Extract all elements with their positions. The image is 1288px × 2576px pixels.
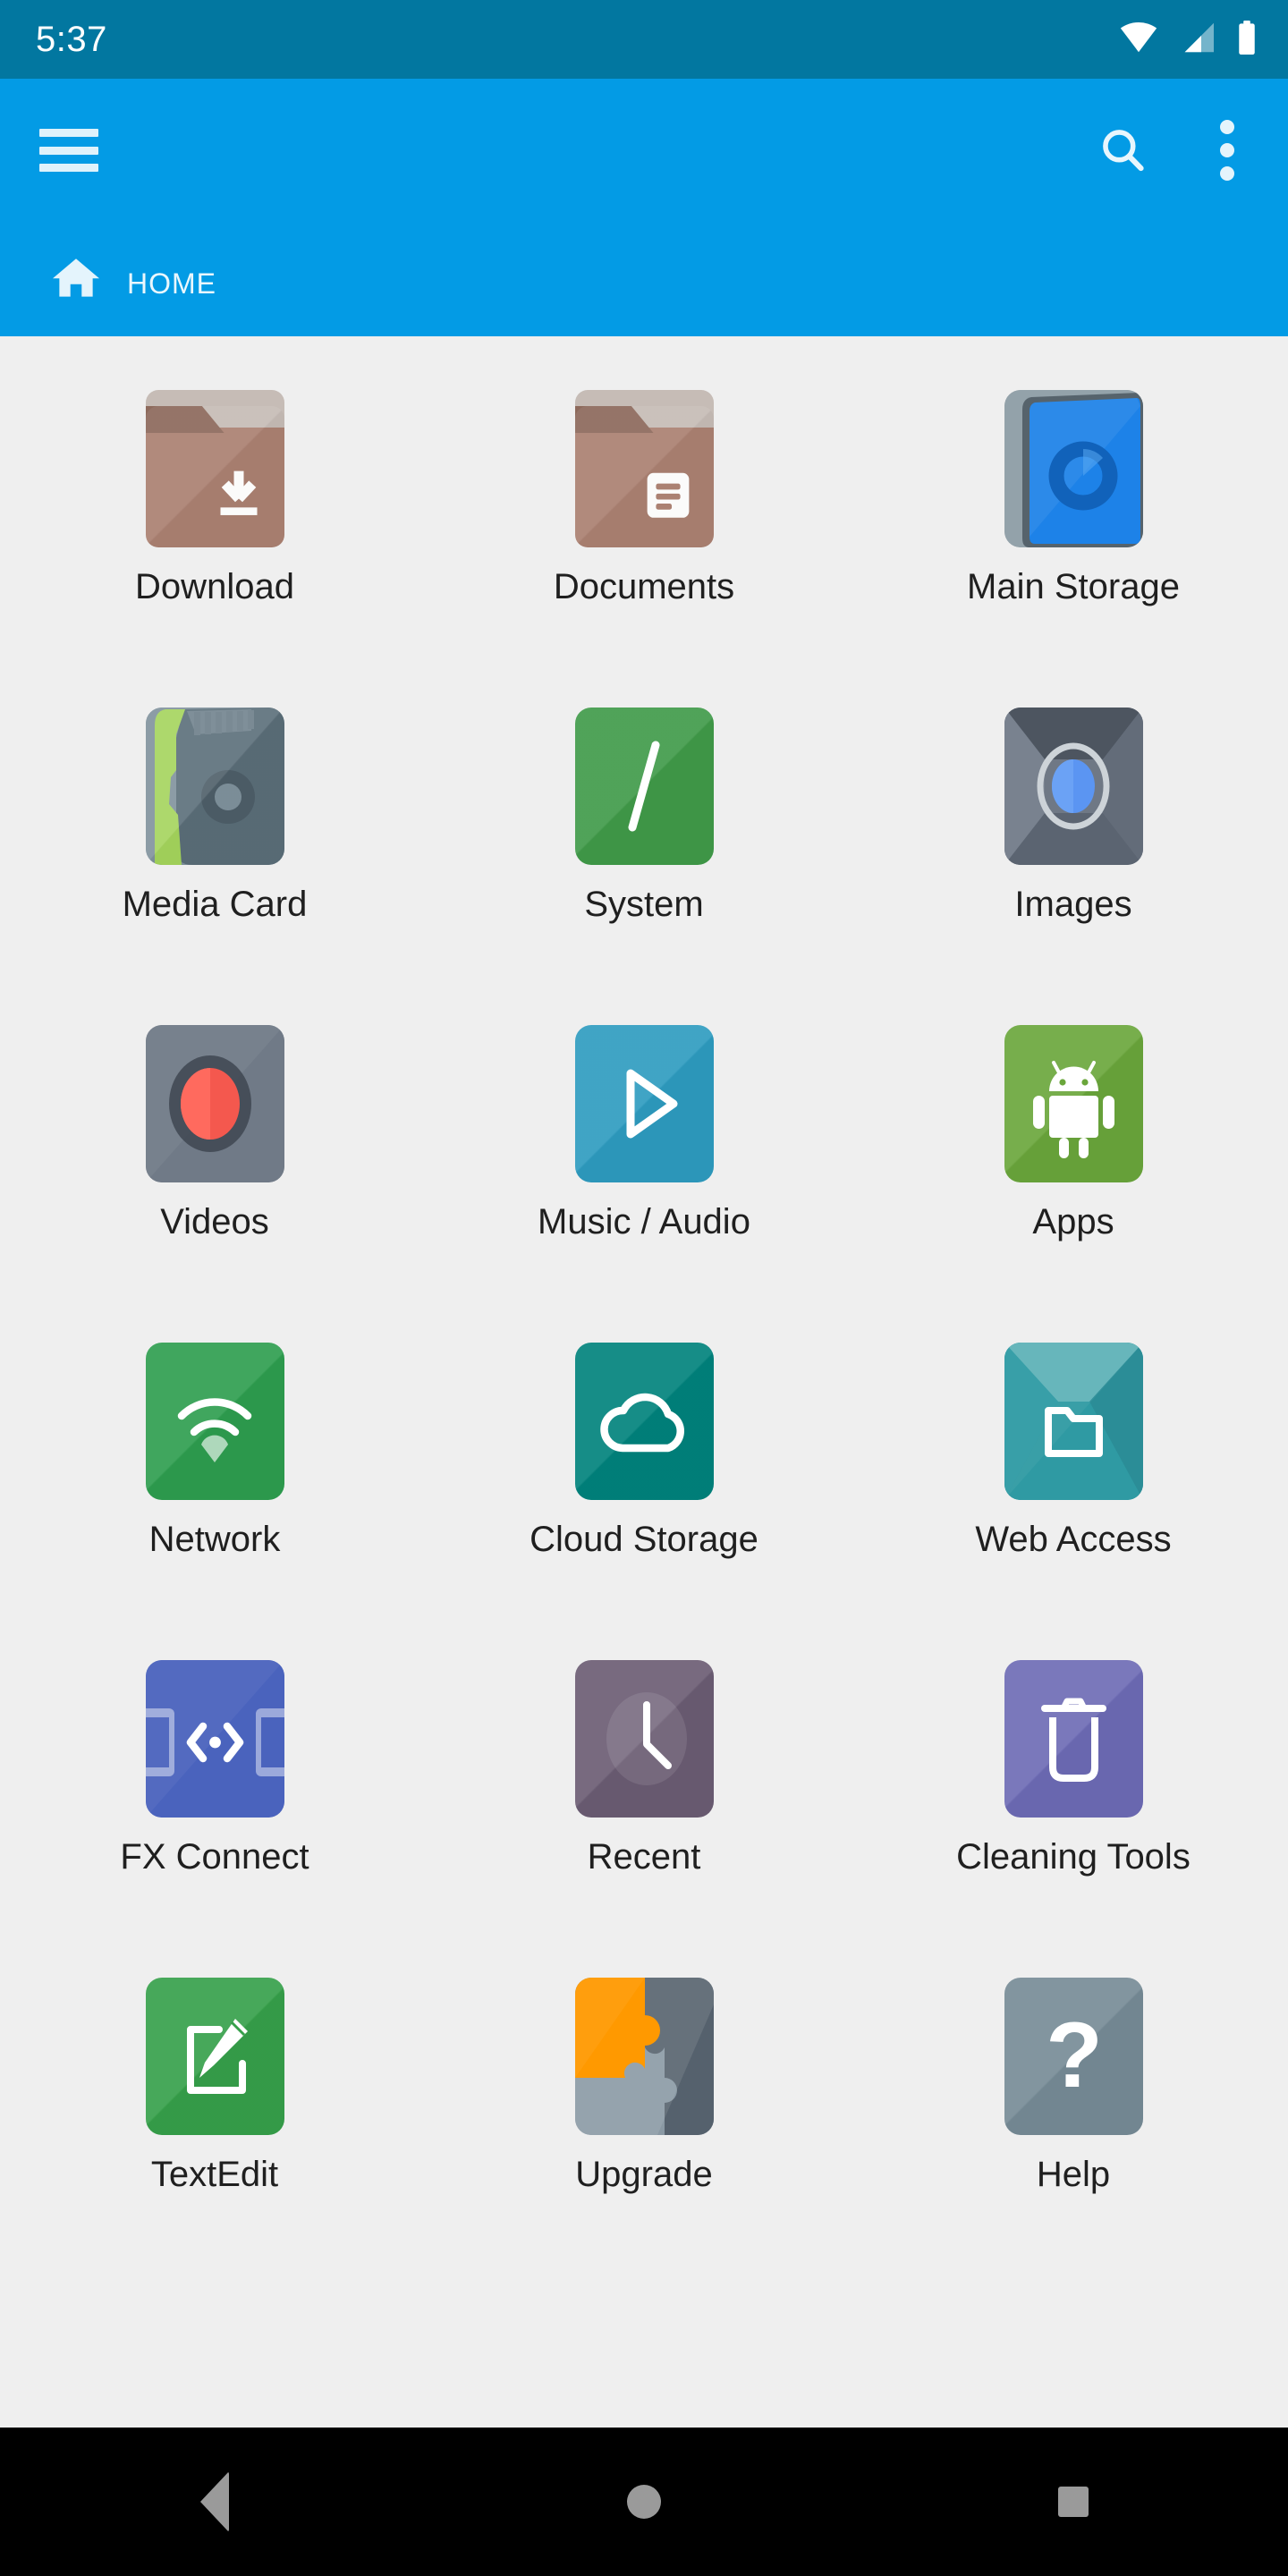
cellular-signal-icon	[1179, 21, 1216, 58]
clock-icon	[574, 1660, 714, 1818]
sd-card-icon	[145, 708, 284, 865]
status-clock: 5:37	[36, 20, 107, 59]
grid-item-label: Cloud Storage	[530, 1520, 758, 1559]
svg-text:?: ?	[1046, 2004, 1103, 2107]
nav-home-button[interactable]	[555, 2428, 733, 2576]
grid-item-label: Videos	[160, 1202, 269, 1241]
grid-item-documents[interactable]: Documents	[429, 358, 859, 675]
grid-item-textedit[interactable]: TextEdit	[0, 1945, 429, 2263]
android-robot-icon	[1004, 1025, 1143, 1182]
video-record-icon	[145, 1025, 284, 1182]
hamburger-menu-icon[interactable]	[39, 129, 98, 172]
grid-item-label: Main Storage	[967, 567, 1180, 606]
grid-item-label: Media Card	[122, 885, 308, 924]
grid-item-label: Help	[1036, 2155, 1111, 2194]
system-navigation-bar	[0, 2428, 1288, 2576]
cloud-icon	[574, 1343, 714, 1500]
grid-item-cleaning-tools[interactable]: Cleaning Tools	[859, 1628, 1288, 1945]
fx-connect-icon	[145, 1660, 284, 1818]
app-bar-top	[0, 79, 1288, 222]
folder-document-icon	[574, 390, 714, 547]
web-folder-icon	[1004, 1343, 1143, 1500]
nav-back-button[interactable]	[125, 2428, 304, 2576]
grid-item-upgrade[interactable]: Upgrade	[429, 1945, 859, 2263]
camera-lens-icon	[1004, 708, 1143, 865]
internal-storage-icon	[1004, 390, 1143, 547]
breadcrumb-label: Home	[127, 256, 216, 302]
status-bar: 5:37	[0, 0, 1288, 79]
battery-icon	[1236, 20, 1258, 59]
app-bar-actions	[1098, 116, 1245, 184]
trash-can-icon	[1004, 1660, 1143, 1818]
search-icon[interactable]	[1098, 125, 1148, 175]
puzzle-piece-icon	[574, 1978, 714, 2135]
grid-item-label: Recent	[587, 1837, 701, 1877]
nav-recents-button[interactable]	[984, 2428, 1163, 2576]
grid-item-label: Upgrade	[575, 2155, 713, 2194]
status-icon-group	[1118, 20, 1258, 59]
grid-item-download[interactable]: Download	[0, 358, 429, 675]
grid-item-recent[interactable]: Recent	[429, 1628, 859, 1945]
grid-item-label: Cleaning Tools	[956, 1837, 1191, 1877]
grid-item-cloud-storage[interactable]: Cloud Storage	[429, 1310, 859, 1628]
wifi-icon	[1118, 21, 1159, 58]
grid-item-label: Apps	[1032, 1202, 1114, 1241]
folder-download-icon	[145, 390, 284, 547]
overflow-menu-icon[interactable]	[1209, 116, 1245, 184]
grid-item-label: Network	[148, 1520, 281, 1559]
grid-item-apps[interactable]: Apps	[859, 993, 1288, 1310]
grid-item-label: Documents	[553, 567, 735, 606]
grid-item-label: TextEdit	[150, 2155, 279, 2194]
wifi-network-icon	[145, 1343, 284, 1500]
breadcrumb[interactable]: Home	[0, 222, 1288, 336]
grid-item-system[interactable]: System	[429, 675, 859, 993]
grid-item-images[interactable]: Images	[859, 675, 1288, 993]
edit-pencil-icon	[145, 1978, 284, 2135]
grid-item-music-audio[interactable]: Music / Audio	[429, 993, 859, 1310]
grid-item-videos[interactable]: Videos	[0, 993, 429, 1310]
grid-item-fx-connect[interactable]: FX Connect	[0, 1628, 429, 1945]
home-icon	[50, 254, 102, 305]
grid-item-network[interactable]: Network	[0, 1310, 429, 1628]
app-bar: Home	[0, 79, 1288, 336]
grid-item-label: Music / Audio	[538, 1202, 750, 1241]
grid-item-web-access[interactable]: Web Access	[859, 1310, 1288, 1628]
grid-item-help[interactable]: ? Help	[859, 1945, 1288, 2263]
root-slash-icon	[574, 708, 714, 865]
grid-item-label: Images	[1014, 885, 1132, 924]
grid-item-label: FX Connect	[120, 1837, 309, 1877]
grid-item-label: Download	[135, 567, 294, 606]
grid-item-media-card[interactable]: Media Card	[0, 675, 429, 993]
grid-item-label: System	[584, 885, 704, 924]
play-triangle-icon	[574, 1025, 714, 1182]
question-mark-icon: ?	[1004, 1978, 1143, 2135]
grid-item-label: Web Access	[975, 1520, 1172, 1559]
grid-item-main-storage[interactable]: Main Storage	[859, 358, 1288, 675]
file-category-grid: Download Documents Main Storage Media Ca…	[0, 336, 1288, 2263]
app-root: 5:37 home Download Documents Main Storag…	[0, 0, 1288, 2576]
